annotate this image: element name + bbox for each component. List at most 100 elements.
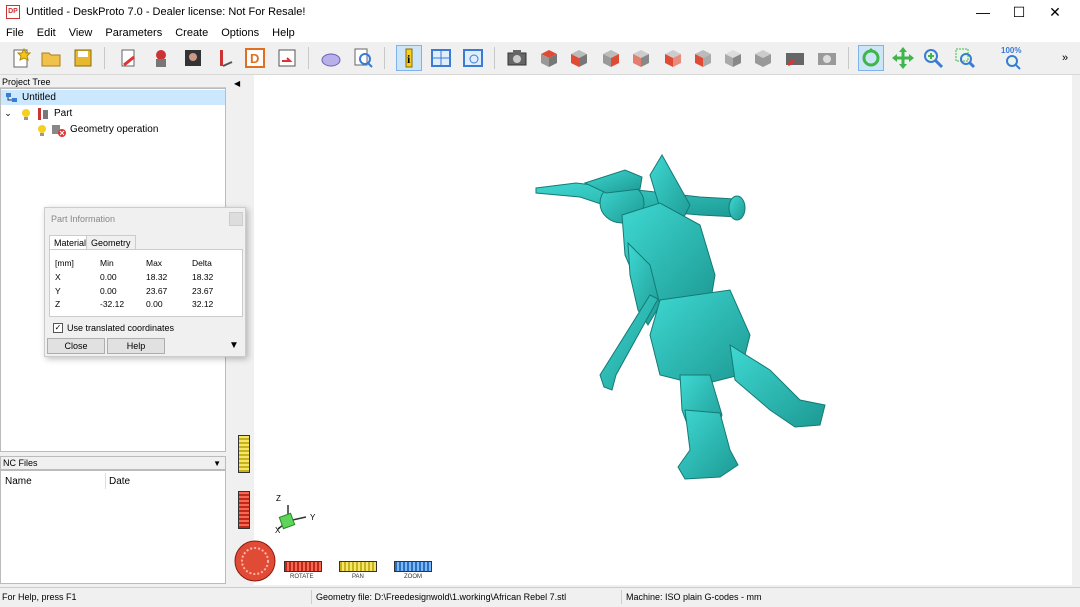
menu-edit[interactable]: Edit <box>37 27 56 39</box>
preview-button[interactable] <box>460 45 486 71</box>
col-max: Max <box>146 258 163 268</box>
window-layout-icon <box>431 49 451 67</box>
view-left-button[interactable] <box>660 45 686 71</box>
maximize-button[interactable]: ☐ <box>1001 0 1037 24</box>
cube-back-icon <box>633 50 649 67</box>
menu-parameters[interactable]: Parameters <box>105 27 162 39</box>
rotate-dial-icon[interactable] <box>232 537 278 583</box>
minimize-button[interactable]: — <box>965 0 1001 24</box>
previous-view-button[interactable] <box>782 45 808 71</box>
row-z-max: 0.00 <box>146 299 163 309</box>
menu-options[interactable]: Options <box>221 27 259 39</box>
vertical-rotate-slider[interactable] <box>238 491 250 529</box>
tab-geometry[interactable]: Geometry <box>86 235 136 250</box>
inspect-button[interactable] <box>350 45 376 71</box>
simulation-button[interactable] <box>318 45 344 71</box>
import-geometry-button[interactable] <box>116 45 142 71</box>
column-header-date[interactable]: Date <box>109 476 130 487</box>
zoom-slider[interactable] <box>394 561 432 572</box>
zoom-mode-button[interactable] <box>920 45 946 71</box>
lightbulb-icon[interactable] <box>35 123 49 137</box>
project-tree-header: Project Tree <box>0 76 226 88</box>
view-right-button[interactable] <box>598 45 624 71</box>
vector-import-button[interactable] <box>212 45 238 71</box>
translated-coords-checkbox[interactable]: ✓ <box>53 323 63 333</box>
view-iso-button[interactable] <box>720 45 746 71</box>
menu-help[interactable]: Help <box>272 27 295 39</box>
close-button[interactable]: ✕ <box>1037 0 1073 24</box>
toolbar-separator <box>308 47 309 69</box>
svg-text:D: D <box>250 51 259 66</box>
status-machine: Machine: ISO plain G-codes - mm <box>626 592 762 602</box>
dialog-help-button[interactable]: Help <box>107 338 165 354</box>
view-front-button[interactable] <box>566 45 592 71</box>
zoom-window-icon <box>955 48 976 69</box>
rotate-slider[interactable] <box>284 561 322 572</box>
dialog-close-button[interactable]: Close <box>47 338 105 354</box>
collapse-chevron-icon[interactable]: ⌄ <box>1 108 15 119</box>
lightbulb-icon[interactable] <box>19 107 33 121</box>
col-unit: [mm] <box>55 258 74 268</box>
pan-slider[interactable] <box>339 561 377 572</box>
col-delta: Delta <box>192 258 212 268</box>
nc-files-list[interactable]: Name Date <box>0 470 226 584</box>
menu-create[interactable]: Create <box>175 27 208 39</box>
zoom-label: ZOOM <box>404 574 422 580</box>
open-file-button[interactable] <box>38 45 64 71</box>
status-bar: For Help, press F1 Geometry file: D:\Fre… <box>0 587 1080 607</box>
camera-view-button[interactable] <box>504 45 530 71</box>
menu-file[interactable]: File <box>6 27 24 39</box>
info-icon: i <box>405 48 413 68</box>
tree-item-operation-label: Geometry operation <box>70 124 159 135</box>
operation-error-icon <box>52 124 66 137</box>
menu-view[interactable]: View <box>69 27 93 39</box>
view-bottom-button[interactable] <box>690 45 716 71</box>
tree-item-part[interactable]: ⌄ Part <box>1 106 225 121</box>
row-z-axis: Z <box>55 299 61 309</box>
axis-x-label: X <box>275 526 281 535</box>
expand-down-arrow-icon[interactable]: ▼ <box>229 340 239 351</box>
nc-files-header[interactable]: NC Files ▼ <box>0 456 226 470</box>
toolbar-separator <box>104 47 105 69</box>
new-file-button[interactable] <box>8 45 34 71</box>
zoom-100-button[interactable]: 100% <box>1000 45 1026 71</box>
row-y-min: 0.00 <box>100 286 117 296</box>
vertical-pan-slider[interactable] <box>238 435 250 473</box>
tab-material[interactable]: Material <box>49 235 92 250</box>
collapse-left-arrow-icon[interactable]: ◀ <box>234 79 240 88</box>
nc-files-title: NC Files <box>3 458 38 468</box>
tree-item-project[interactable]: Untitled <box>1 90 225 105</box>
drawing-button[interactable]: D <box>242 45 268 71</box>
next-view-button[interactable] <box>814 45 840 71</box>
tree-item-operation[interactable]: Geometry operation <box>1 122 225 137</box>
zoom-window-button[interactable] <box>952 45 978 71</box>
preview-window-icon <box>463 49 483 67</box>
view-back-button[interactable] <box>628 45 654 71</box>
row-z-delta: 32.12 <box>192 299 214 309</box>
part-parameters-button[interactable] <box>148 45 174 71</box>
save-file-button[interactable] <box>70 45 96 71</box>
part-icon <box>38 107 48 120</box>
image-import-button[interactable] <box>180 45 206 71</box>
zoom-icon <box>924 49 944 69</box>
view-top-button[interactable] <box>536 45 562 71</box>
pan-mode-button[interactable] <box>890 45 916 71</box>
toolbar-separator <box>848 47 849 69</box>
view-iso2-button[interactable] <box>750 45 776 71</box>
part-information-dialog[interactable]: Part Information Material Geometry [mm] … <box>44 207 246 357</box>
save-toolpath-button[interactable] <box>274 45 300 71</box>
column-header-name[interactable]: Name <box>5 476 32 487</box>
toolbar-overflow-button[interactable]: » <box>1056 45 1074 71</box>
rotate-mode-button[interactable] <box>858 45 884 71</box>
dialog-close-icon[interactable] <box>229 212 243 226</box>
simulation-icon <box>321 53 341 67</box>
save-toolpath-icon <box>278 49 296 67</box>
row-z-min: -32.12 <box>100 299 125 309</box>
part-info-button[interactable]: i <box>396 45 422 71</box>
save-icon <box>74 49 92 67</box>
title-bar: DP Untitled - DeskProto 7.0 - Dealer lic… <box>0 0 1080 24</box>
layout-view-button[interactable] <box>428 45 454 71</box>
row-x-axis: X <box>55 272 61 282</box>
dropdown-arrow-icon[interactable]: ▼ <box>213 457 221 470</box>
viewport-3d[interactable]: Z Y X ROTATE PAN ZOOM <box>230 75 1072 585</box>
